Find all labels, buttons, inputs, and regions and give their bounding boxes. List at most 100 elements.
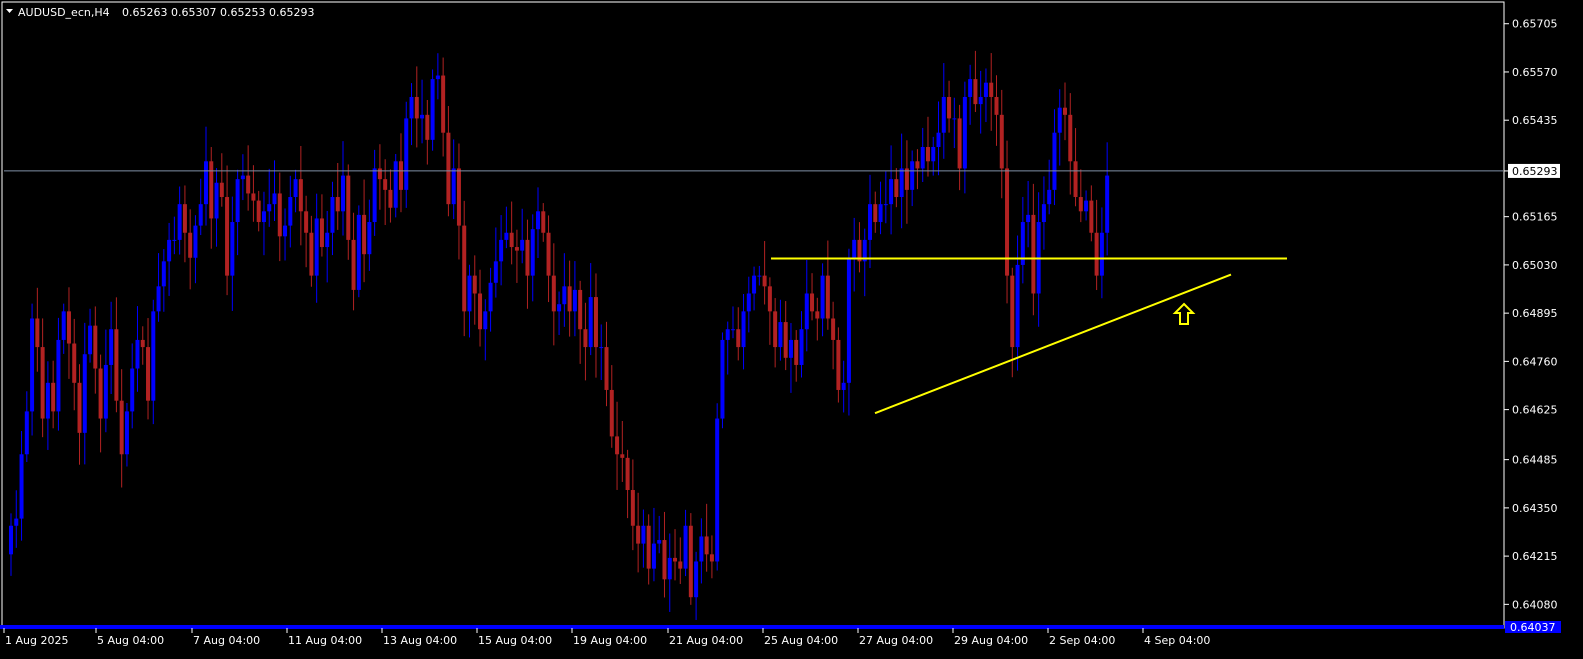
candle-bull [393,161,398,208]
candle-bear [398,161,403,190]
candle-bear [551,275,556,312]
candle-bull [430,79,435,140]
candle-bear [351,239,356,290]
candle-bull [61,311,66,340]
candle-bull [952,118,957,120]
candle-bull [82,354,87,433]
y-tick-label: 0.64760 [1512,355,1558,368]
candle-bull [530,229,535,276]
candle-bull [24,411,29,455]
candle-bull [520,239,525,251]
candle-bull [941,96,946,133]
candle-bear [93,325,98,369]
candle-bull [699,536,704,562]
candle-bull [752,275,757,294]
candle-bear [999,114,1004,169]
candle-bear [662,540,667,580]
bottom-price-label: 0.64037 [1510,621,1556,634]
candle-bear [209,161,214,219]
candle-bull [1052,132,1057,190]
candle-bear [541,211,546,233]
candle-bear [1005,168,1010,276]
candle-bull [968,79,973,97]
candle-bear [583,329,588,348]
x-tick-label: 13 Aug 04:00 [383,634,457,647]
candle-bear [630,490,635,526]
candle-bull [1026,214,1031,223]
candle-bear [388,189,393,208]
candle-bull [846,257,851,383]
candle-bull [30,318,35,412]
candle-bull [588,297,593,348]
candle-bear [836,339,841,390]
candle-bull [135,339,140,369]
candle-bear [456,168,461,226]
x-tick-label: 4 Sep 04:00 [1144,634,1210,647]
candle-bear [277,193,282,237]
candle-bear [298,179,303,212]
candle-bull [14,518,19,526]
candle-bull [920,146,925,169]
candle-bull [261,211,266,223]
candle-bull [330,197,335,233]
symbol-label: AUDUSD_ecn,H4 [18,6,110,19]
candle-bear [182,204,187,233]
candle-bull [572,289,577,312]
candle-bear [815,311,820,319]
candle-bear [256,200,261,223]
candle-bear [636,525,641,544]
candle-bear [72,343,77,383]
candle-bear [1031,214,1036,294]
candle-bull [235,179,240,223]
candle-bear [478,293,483,330]
candle-bear [1063,107,1067,115]
candle-bear [783,322,788,358]
candle-bear [462,225,467,312]
candle-bull [230,222,235,276]
candle-bull [151,311,156,401]
candle-bear [119,400,124,455]
candle-bull [878,204,883,223]
candle-bull [404,118,409,190]
candle-bull [409,96,414,119]
candle-bull [799,329,804,365]
candle-bull [730,329,735,331]
candle-bull [536,211,540,230]
candle-bull [757,275,762,277]
candle-bear [957,118,962,169]
candle-bear [736,329,741,348]
candle-bear [525,239,530,276]
candle-bull [667,557,672,580]
candle-bull [1057,107,1062,133]
x-tick-label: 2 Sep 04:00 [1049,634,1115,647]
candle-bull [852,239,857,258]
y-tick-label: 0.64215 [1512,550,1558,563]
candle-bear [188,232,193,258]
candle-bull [272,193,277,205]
candle-bear [762,275,767,287]
candle-bull [978,96,983,105]
candle-bear [66,311,71,344]
candle-bear [1068,114,1073,162]
candle-bull [694,561,699,598]
candle-bear [767,286,772,312]
candle-bull [683,525,688,569]
candle-bull [367,222,372,255]
candle-bear [646,525,651,569]
price-chart[interactable]: 0.65705 0.65570 0.65435 0.65293 0.65165 0.650… [0,0,1583,659]
current-price-label: 0.65293 [1512,165,1558,178]
candle-bear [994,96,999,115]
candle-bull [557,304,562,312]
candle-bear [98,368,103,419]
candle-bear [40,347,45,419]
candle-bear [609,389,614,437]
candle-bear [704,536,709,555]
candle-bear [915,161,920,169]
candle-bull [936,132,941,147]
x-tick-label: 5 Aug 04:00 [97,634,164,647]
candle-bear [441,75,446,133]
candle-bull [488,282,493,312]
x-tick-label: 25 Aug 04:00 [764,634,838,647]
candle-bear [625,457,630,491]
candle-bull [435,75,440,80]
